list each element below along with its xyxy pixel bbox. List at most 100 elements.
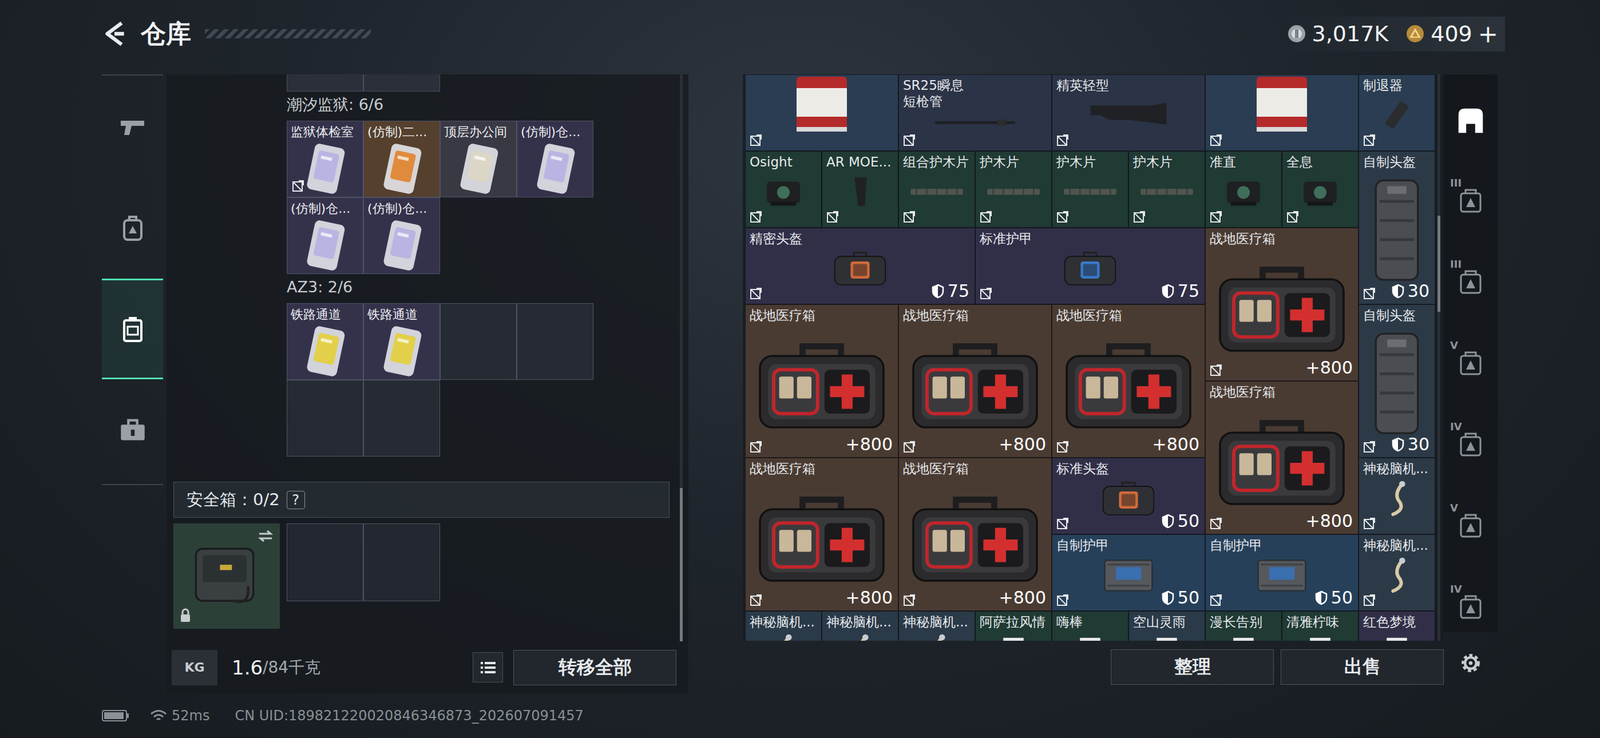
scroll-thumb[interactable]	[679, 488, 683, 642]
scroll-track[interactable]	[1437, 311, 1441, 641]
storage-tab[interactable]: IV	[1443, 567, 1498, 633]
category-icon[interactable]	[1456, 350, 1485, 379]
storage-item[interactable]: 制退器	[1358, 74, 1436, 152]
safebox-case[interactable]	[173, 523, 280, 629]
storage-item[interactable]: 神秘脑机...	[1358, 534, 1436, 612]
storage-item[interactable]: 精密头盔75	[745, 227, 976, 305]
key-slot[interactable]: 顶层办公间	[440, 120, 517, 198]
rail-item[interactable]	[101, 278, 164, 380]
rail-item[interactable]	[101, 177, 164, 279]
storage-action-button[interactable]: 整理	[1110, 649, 1274, 685]
storage-tab[interactable]: V	[1443, 323, 1498, 406]
storage-item[interactable]: 神秘脑机...	[898, 611, 976, 641]
back-arrow-icon[interactable]	[101, 20, 128, 47]
key-slot[interactable]: (仿制)仓...	[516, 120, 594, 198]
storage-item[interactable]: 战地医疗箱+800	[1205, 381, 1359, 535]
storage-item[interactable]: 空山灵雨	[1128, 611, 1206, 641]
category-icon[interactable]	[1456, 431, 1485, 461]
tab-icon-group[interactable]: III	[1453, 184, 1488, 220]
scroll-track[interactable]	[1437, 74, 1441, 216]
storage-item[interactable]: 战地医疗箱+800	[898, 457, 1052, 612]
key-slot[interactable]	[440, 303, 517, 380]
storage-item[interactable]: Osight	[745, 151, 822, 228]
key-slot[interactable]: (仿制)二...	[363, 120, 441, 198]
storage-item[interactable]: 红色梦境	[1358, 611, 1436, 641]
storage-item[interactable]: 战地医疗箱+800	[745, 304, 899, 458]
tab-icon-group[interactable]: V	[1453, 509, 1488, 545]
back-button[interactable]	[101, 20, 128, 47]
storage-item[interactable]: 全息	[1281, 151, 1359, 228]
add-currency-button[interactable]: +	[1478, 20, 1499, 49]
storage-item[interactable]: 神秘脑机...	[821, 611, 899, 641]
rail-item[interactable]	[101, 379, 164, 481]
storage-item[interactable]: 精英轻型	[1051, 74, 1206, 152]
storage-item[interactable]: 阿萨拉风情	[975, 611, 1052, 641]
transfer-all-button[interactable]: 转移全部	[513, 650, 677, 686]
key-slot[interactable]: 监狱体检室	[286, 120, 364, 198]
storage-action-button[interactable]: 出售	[1280, 649, 1444, 685]
storage-item[interactable]	[745, 74, 899, 152]
scroll-track[interactable]	[679, 74, 683, 489]
safebox-slot[interactable]	[363, 523, 441, 602]
safebox-slot[interactable]	[286, 523, 364, 602]
help-button[interactable]: ?	[286, 490, 306, 510]
storage-item[interactable]: 组合护木片	[898, 151, 976, 228]
tab-icon-group[interactable]: V	[1453, 347, 1488, 382]
storage-item[interactable]: 嗨棒	[1051, 611, 1129, 641]
storage-item[interactable]: 战地医疗箱+800	[745, 457, 899, 612]
key-slot[interactable]: (仿制)仓...	[363, 197, 441, 275]
storage-item[interactable]: SR25瞬息 短枪管	[898, 74, 1052, 152]
storage-item[interactable]: 自制护甲50	[1205, 534, 1359, 612]
pistol-icon[interactable]	[119, 113, 147, 142]
storage-item[interactable]: 护木片	[1051, 151, 1129, 228]
storage-item[interactable]: 清雅柠味	[1281, 611, 1359, 641]
tab-icon-group[interactable]: IV	[1453, 428, 1488, 463]
swap-icon[interactable]	[256, 529, 275, 544]
key-slot[interactable]: 铁路通道	[363, 303, 441, 380]
key-slot[interactable]: 铁路通道	[286, 303, 364, 380]
storage-box-icon[interactable]	[119, 315, 147, 343]
key-scrollbar[interactable]	[679, 74, 683, 642]
storage-item[interactable]: 护木片	[1128, 151, 1206, 228]
key-slot[interactable]	[363, 379, 441, 457]
storage-item[interactable]: 自制头盔30	[1358, 304, 1436, 458]
key-slot[interactable]	[363, 74, 441, 92]
storage-tab[interactable]	[1443, 80, 1498, 162]
storage-item[interactable]: 准直	[1205, 151, 1282, 228]
category-icon[interactable]	[1456, 512, 1485, 542]
storage-tab[interactable]: IV	[1443, 405, 1498, 487]
scroll-thumb[interactable]	[1437, 215, 1441, 312]
tab-icon-group[interactable]: III	[1453, 266, 1488, 301]
toolbox-icon[interactable]	[119, 416, 147, 444]
storage-tab[interactable]: III	[1443, 161, 1498, 243]
category-icon[interactable]	[1456, 268, 1485, 298]
list-icon[interactable]	[479, 660, 497, 676]
storage-item[interactable]: 标准头盔50	[1051, 457, 1206, 535]
storage-item[interactable]	[1205, 74, 1359, 152]
key-slot[interactable]	[286, 379, 364, 457]
storage-item[interactable]: 神秘脑机...	[745, 611, 822, 641]
storage-item[interactable]: AR MOE...	[821, 151, 899, 228]
all-items-icon[interactable]	[1454, 104, 1487, 137]
category-icon[interactable]	[1456, 593, 1485, 623]
category-icon[interactable]	[1456, 187, 1485, 217]
list-button[interactable]	[472, 652, 504, 683]
backpack-icon[interactable]	[119, 214, 147, 243]
storage-tab[interactable]: V	[1443, 486, 1498, 568]
storage-scrollbar[interactable]	[1437, 74, 1441, 641]
storage-item[interactable]: 战地医疗箱+800	[1205, 227, 1359, 382]
key-slot[interactable]	[286, 74, 364, 92]
key-slot[interactable]: (仿制)仓...	[286, 197, 364, 275]
key-slot[interactable]	[516, 303, 594, 380]
storage-item[interactable]: 自制护甲50	[1051, 534, 1206, 612]
storage-item[interactable]: 战地医疗箱+800	[1051, 304, 1206, 458]
storage-item[interactable]: 标准护甲75	[975, 227, 1206, 305]
gear-icon[interactable]	[1458, 650, 1484, 676]
storage-item[interactable]: 战地医疗箱+800	[898, 304, 1052, 458]
tab-icon-group[interactable]: IV	[1453, 591, 1488, 626]
rail-item[interactable]	[101, 77, 164, 178]
storage-item[interactable]: 漫长告别	[1205, 611, 1282, 641]
storage-tab[interactable]: III	[1443, 242, 1498, 324]
storage-item[interactable]: 护木片	[975, 151, 1052, 228]
storage-item[interactable]: 神秘脑机...	[1358, 457, 1436, 535]
